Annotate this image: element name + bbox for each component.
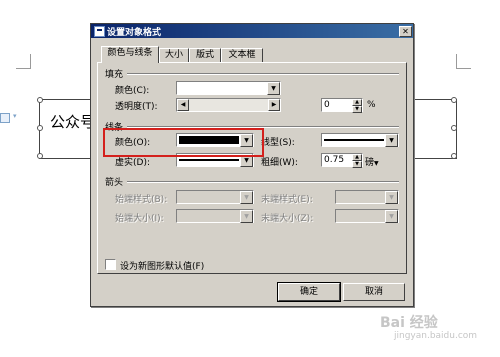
resize-handle[interactable] xyxy=(37,125,43,131)
weight-value: 0.75 xyxy=(324,155,345,165)
transparency-slider[interactable]: ◀ ▶ xyxy=(176,98,281,112)
chevron-down-icon[interactable]: ▼ xyxy=(267,82,280,95)
end-size-label: 末端大小(Z): xyxy=(261,214,314,224)
chevron-down-icon[interactable]: ▼ xyxy=(385,191,398,204)
chevron-down-icon[interactable]: ▼ xyxy=(240,210,253,223)
section-divider xyxy=(127,73,399,75)
chevron-down-icon[interactable]: ▼ xyxy=(385,134,398,147)
transparency-unit: % xyxy=(367,100,376,110)
tab-colors-and-lines[interactable]: 颜色与线条 xyxy=(101,46,159,63)
page-corner-mark-left xyxy=(16,54,31,69)
chevron-down-icon[interactable]: ▼ xyxy=(240,191,253,204)
spin-up-icon[interactable]: ▲ xyxy=(352,99,362,106)
set-as-default-checkbox[interactable] xyxy=(105,259,116,270)
word-app-icon xyxy=(94,26,105,37)
tab-size[interactable]: 大小 xyxy=(159,48,189,62)
dialog-title: 设置对象格式 xyxy=(107,28,162,38)
cancel-button[interactable]: 取消 xyxy=(343,283,405,301)
tab-text-box[interactable]: 文本框 xyxy=(221,48,263,62)
begin-size-dropdown[interactable]: ▼ xyxy=(176,209,254,223)
chevron-down-icon: ▼ xyxy=(374,160,379,167)
dialog-title-bar[interactable]: 设置对象格式 ✕ xyxy=(91,24,413,38)
format-object-dialog: 设置对象格式 ✕ 颜色与线条 大小 版式 文本框 填充 颜色(C): ▼ 透明度… xyxy=(90,23,414,307)
fill-color-dropdown[interactable]: ▼ xyxy=(176,81,281,95)
resize-handle[interactable] xyxy=(451,125,457,131)
transparency-spinner[interactable]: 0 ▲ ▼ xyxy=(321,98,363,113)
resize-handle[interactable] xyxy=(451,97,457,103)
fill-section-label: 填充 xyxy=(105,70,124,80)
chevron-down-icon: ▾ xyxy=(13,112,17,120)
fill-color-swatch xyxy=(179,84,266,92)
arrow-right-icon[interactable]: ▶ xyxy=(268,99,280,111)
resize-handle[interactable] xyxy=(37,97,43,103)
begin-style-dropdown[interactable]: ▼ xyxy=(176,190,254,204)
page-corner-mark-right xyxy=(456,54,471,69)
weight-spinner[interactable]: 0.75 ▲ ▼ xyxy=(321,153,363,168)
fill-color-label: 颜色(C): xyxy=(115,86,150,96)
weight-unit: 磅 xyxy=(365,158,375,168)
transparency-value: 0 xyxy=(324,100,330,110)
section-divider xyxy=(127,181,399,183)
shape-text: 公众号 xyxy=(50,113,96,131)
spin-down-icon[interactable]: ▼ xyxy=(352,161,362,168)
line-color-highlight xyxy=(103,128,264,157)
anchor-icon xyxy=(0,113,10,123)
resize-handle[interactable] xyxy=(37,153,43,159)
arrow-left-icon[interactable]: ◀ xyxy=(177,99,189,111)
spin-down-icon[interactable]: ▼ xyxy=(352,106,362,113)
line-type-preview xyxy=(324,139,384,141)
arrows-section-label: 箭头 xyxy=(105,178,124,188)
weight-label: 粗细(W): xyxy=(261,158,298,168)
begin-size-label: 始端大小(I): xyxy=(115,214,164,224)
dash-preview xyxy=(179,159,239,161)
resize-handle[interactable] xyxy=(451,153,457,159)
begin-style-label: 始端样式(B): xyxy=(115,195,168,205)
transparency-label: 透明度(T): xyxy=(115,102,158,112)
watermark-url: jingyan.baidu.com xyxy=(394,331,478,341)
line-type-dropdown[interactable]: ▼ xyxy=(321,133,399,147)
tab-layout[interactable]: 版式 xyxy=(189,48,221,62)
close-icon: ✕ xyxy=(402,27,409,36)
close-button[interactable]: ✕ xyxy=(399,26,412,37)
end-style-label: 末端样式(E): xyxy=(261,195,313,205)
ok-button[interactable]: 确定 xyxy=(277,282,341,302)
end-size-dropdown[interactable]: ▼ xyxy=(335,209,399,223)
watermark-logo: Bai 经验 xyxy=(380,315,438,331)
end-style-dropdown[interactable]: ▼ xyxy=(335,190,399,204)
weight-unit-dropdown[interactable]: 磅▼ xyxy=(365,155,379,168)
spin-up-icon[interactable]: ▲ xyxy=(352,154,362,161)
chevron-down-icon[interactable]: ▼ xyxy=(385,210,398,223)
set-as-default-label: 设为新图形默认值(F) xyxy=(120,262,205,272)
line-type-label: 线型(S): xyxy=(261,138,295,148)
